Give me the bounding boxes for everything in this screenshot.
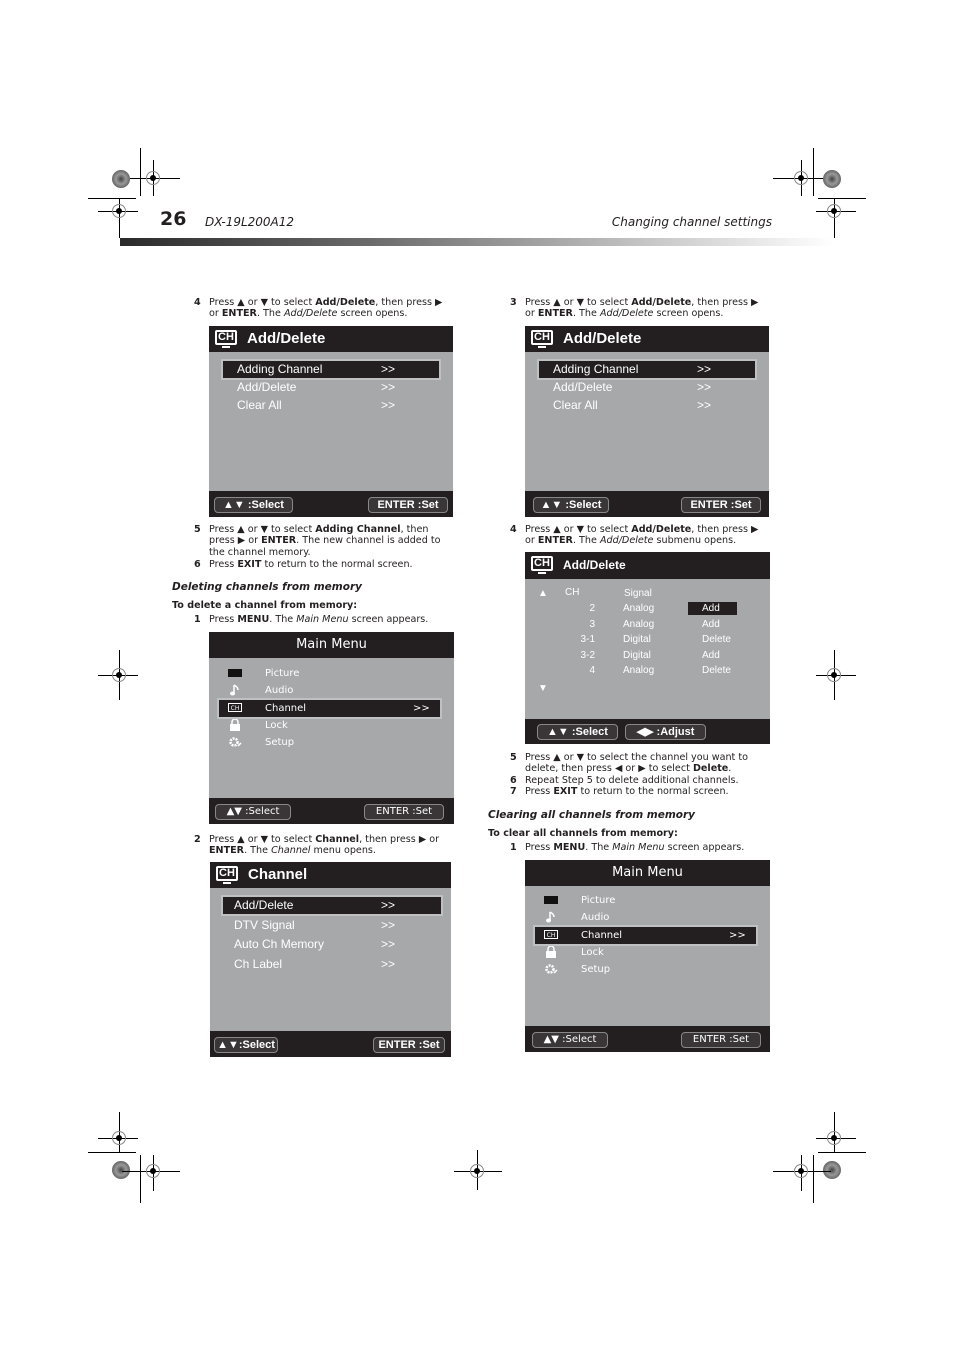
select-hint-button: ▲▼ :Select: [533, 497, 609, 513]
osd-title-bar: CH Add/Delete: [525, 326, 769, 352]
menu-item-clear-all[interactable]: Clear All >>: [223, 397, 439, 414]
menu-item-picture[interactable]: Picture: [219, 665, 440, 682]
menu-item-adding-channel[interactable]: Adding Channel >>: [539, 361, 755, 378]
menu-item-add-delete[interactable]: Add/Delete >>: [223, 379, 439, 396]
model-number: DX-19L200A12: [205, 215, 295, 229]
osd-main-menu-screen: Main Menu Picture Audio CH Channel >> Loc…: [209, 632, 454, 824]
subheading-clear-channels: To clear all channels from memory:: [488, 828, 678, 839]
osd-title: Channel: [248, 866, 308, 883]
osd-title: Add/Delete: [563, 558, 626, 572]
heading-deleting-channels: Deleting channels from memory: [172, 581, 362, 593]
music-note-icon: [546, 911, 555, 923]
menu-item-setup[interactable]: Setup: [535, 961, 756, 978]
osd-title: Main Menu: [612, 865, 683, 880]
set-hint-button: ENTER :Set: [681, 497, 761, 513]
menu-item-lock[interactable]: Lock: [535, 944, 756, 961]
channel-status-toggle[interactable]: Add: [688, 649, 737, 662]
adjust-hint-button: ◀▶ :Adjust: [625, 724, 706, 740]
channel-signal: Digital: [623, 649, 651, 661]
osd-title-bar: Main Menu: [525, 860, 770, 886]
menu-item-auto-ch-memory[interactable]: Auto Ch Memory >>: [223, 936, 437, 953]
osd-footer: ▲▼ :Select ENTER :Set: [525, 1026, 770, 1052]
osd-add-delete-submenu: CH Add/Delete ▲ CH Signal 2 Analog Add 3 Ana…: [525, 552, 770, 744]
menu-item-add-delete[interactable]: Add/Delete >>: [539, 379, 755, 396]
svg-text:CH: CH: [547, 932, 556, 939]
menu-item-audio[interactable]: Audio: [535, 909, 756, 926]
menu-item-setup[interactable]: Setup: [219, 734, 440, 751]
channel-icon: CH: [228, 703, 242, 712]
osd-title-bar: Main Menu: [209, 632, 454, 658]
channel-signal: Analog: [623, 603, 655, 614]
music-note-icon: [230, 684, 239, 696]
channel-icon: CH: [531, 556, 553, 574]
channel-number: 2: [589, 603, 595, 614]
osd-title-bar: CH Channel: [210, 862, 451, 888]
picture-icon: [544, 896, 558, 904]
select-hint-button: ▲▼ :Select: [214, 497, 293, 513]
osd-footer: ▲▼:Select ENTER :Set: [210, 1031, 451, 1057]
osd-title-bar: CH Add/Delete: [209, 326, 453, 352]
page-number: 26: [160, 208, 187, 230]
channel-signal: Digital: [623, 634, 651, 645]
set-hint-button: ENTER :Set: [368, 497, 448, 513]
header-rule: [120, 238, 833, 246]
set-hint-button: ENTER :Set: [373, 1037, 445, 1053]
channel-icon: CH: [531, 330, 553, 348]
menu-item-add-delete[interactable]: Add/Delete >>: [223, 897, 441, 914]
menu-item-ch-label[interactable]: Ch Label >>: [223, 956, 437, 973]
osd-title: Main Menu: [296, 637, 367, 652]
channel-number: 4: [589, 665, 595, 676]
channel-number: 3-1: [580, 634, 595, 645]
osd-title: Add/Delete: [563, 330, 642, 347]
osd-main-menu-screen-2: Main Menu Picture Audio CH Channel >> Loc…: [525, 860, 770, 1052]
select-hint-button: ▲▼ :Select: [537, 724, 618, 740]
section-title: Changing channel settings: [611, 215, 772, 229]
select-hint-button: ▲▼:Select: [214, 1037, 278, 1053]
channel-status-toggle[interactable]: Add: [688, 602, 737, 615]
column-header-signal: Signal: [624, 588, 652, 599]
scroll-down-arrow-icon[interactable]: ▼: [538, 683, 548, 694]
menu-item-audio[interactable]: Audio: [219, 682, 440, 699]
scroll-up-arrow-icon[interactable]: ▲: [538, 588, 548, 599]
gear-icon: [229, 737, 242, 747]
menu-item-picture[interactable]: Picture: [535, 892, 756, 909]
subheading-delete-channel: To delete a channel from memory:: [172, 600, 358, 611]
menu-item-channel[interactable]: CH Channel >>: [219, 700, 440, 717]
channel-status-toggle[interactable]: Delete: [688, 664, 737, 677]
channel-number: 3: [589, 618, 595, 630]
channel-signal: Analog: [623, 618, 655, 630]
menu-item-dtv-signal[interactable]: DTV Signal >>: [223, 917, 437, 934]
select-hint-button: ▲▼ :Select: [532, 1032, 608, 1048]
gear-icon: [545, 964, 558, 974]
osd-footer: ▲▼ :Select ENTER :Set: [209, 798, 454, 824]
osd-title: Add/Delete: [247, 330, 326, 347]
channel-icon: CH: [216, 866, 238, 884]
channel-icon: CH: [544, 930, 558, 939]
osd-channel-screen: CH Channel Add/Delete >> DTV Signal >> Aut…: [210, 862, 451, 1057]
select-hint-button: ▲▼ :Select: [215, 804, 291, 820]
channel-icon: CH: [215, 330, 237, 348]
picture-icon: [228, 669, 242, 677]
osd-title-bar: CH Add/Delete: [525, 552, 770, 579]
lock-icon: [546, 946, 556, 958]
osd-footer: ▲▼ :Select ◀▶ :Adjust: [525, 719, 770, 744]
osd-add-delete-screen-2: CH Add/Delete Adding Channel >> Add/Delet…: [525, 326, 769, 517]
menu-item-channel[interactable]: CH Channel >>: [535, 927, 756, 944]
menu-item-clear-all[interactable]: Clear All >>: [539, 397, 755, 414]
column-header-ch: CH: [565, 587, 580, 598]
channel-signal: Analog: [623, 665, 655, 676]
channel-status-toggle[interactable]: Delete: [688, 633, 737, 646]
lock-icon: [230, 719, 240, 731]
svg-text:CH: CH: [231, 705, 240, 712]
osd-footer: ▲▼ :Select ENTER :Set: [209, 491, 453, 517]
osd-footer: ▲▼ :Select ENTER :Set: [525, 491, 769, 517]
set-hint-button: ENTER :Set: [681, 1032, 761, 1048]
menu-item-adding-channel[interactable]: Adding Channel >>: [223, 361, 439, 378]
osd-add-delete-screen: CH Add/Delete Adding Channel >> Add/Delet…: [209, 326, 453, 517]
channel-number: 3-2: [580, 649, 595, 661]
set-hint-button: ENTER :Set: [364, 804, 444, 820]
heading-clearing-channels: Clearing all channels from memory: [488, 809, 696, 821]
channel-status-toggle[interactable]: Add: [688, 618, 737, 631]
menu-item-lock[interactable]: Lock: [219, 717, 440, 734]
